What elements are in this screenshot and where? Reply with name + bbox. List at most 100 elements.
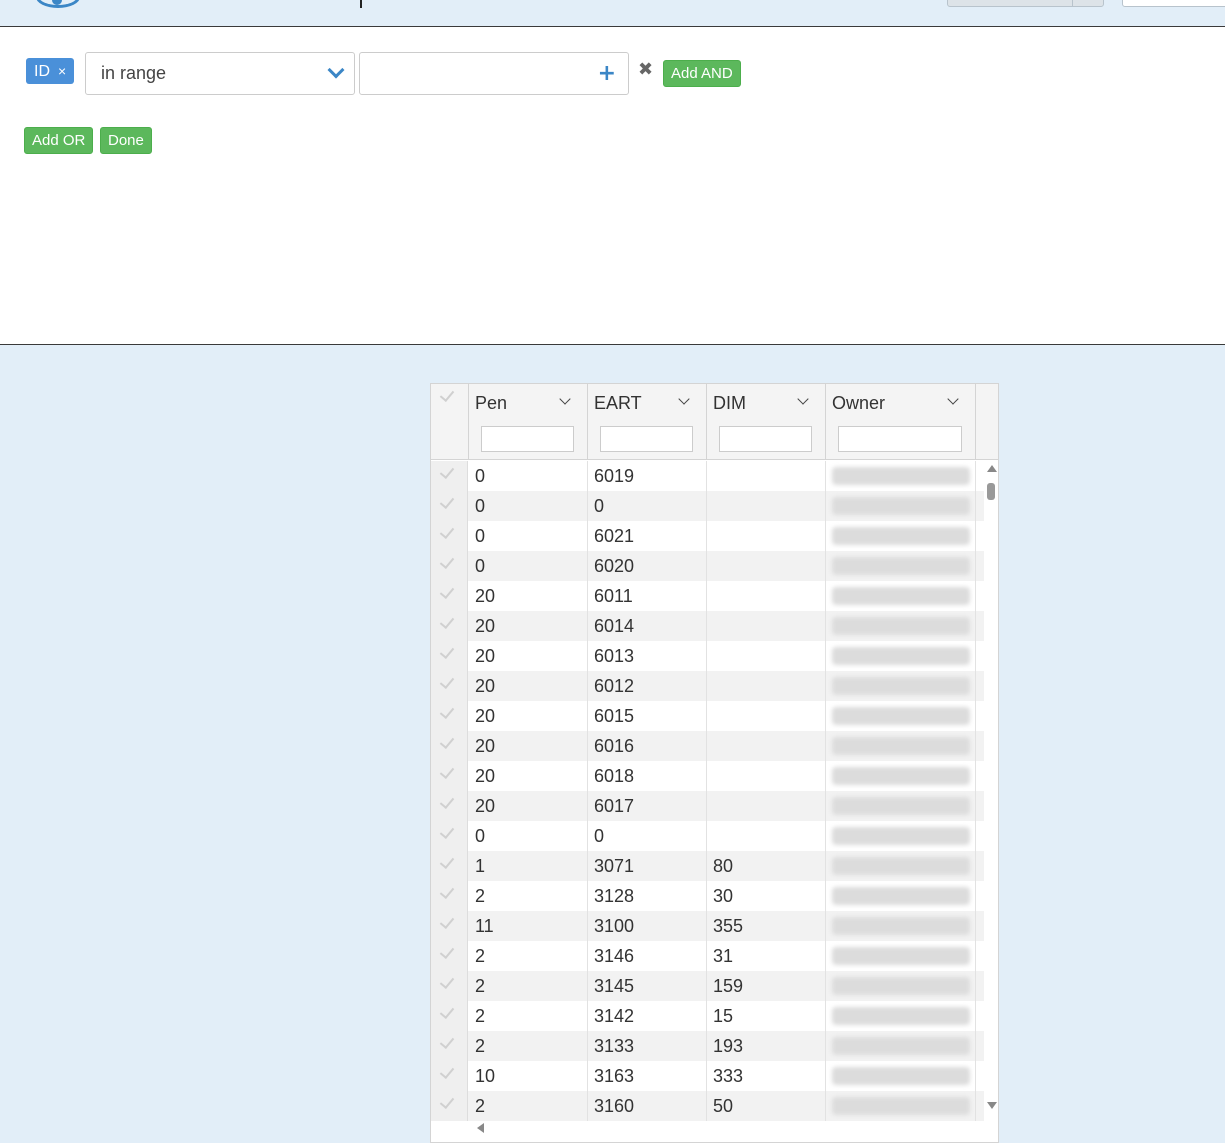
filter-value-input[interactable]: + xyxy=(359,52,629,95)
cell-dim[interactable] xyxy=(707,791,826,821)
column-menu-chevron-icon[interactable] xyxy=(678,393,690,405)
column-filter-input-owner[interactable] xyxy=(838,426,962,452)
column-header-eart[interactable]: EART xyxy=(588,384,707,460)
cell-dim[interactable]: 15 xyxy=(707,1001,826,1031)
row-select-cell[interactable] xyxy=(431,971,468,1001)
table-row[interactable]: 2 3142 15 xyxy=(431,1001,986,1031)
cell-eart[interactable]: 6018 xyxy=(588,761,707,791)
cell-pen[interactable]: 2 xyxy=(469,1031,588,1061)
row-select-cell[interactable] xyxy=(431,581,468,611)
cell-eart[interactable]: 6013 xyxy=(588,641,707,671)
cell-dim[interactable] xyxy=(707,671,826,701)
cell-dim[interactable]: 30 xyxy=(707,881,826,911)
filter-field-tag[interactable]: ID × xyxy=(26,58,75,84)
scroll-left-arrow-icon[interactable] xyxy=(477,1123,484,1133)
horizontal-scrollbar[interactable] xyxy=(469,1121,984,1135)
remove-condition-icon[interactable]: ✖ xyxy=(638,60,653,80)
cell-eart[interactable]: 6016 xyxy=(588,731,707,761)
cell-dim[interactable] xyxy=(707,731,826,761)
cell-pen[interactable]: 20 xyxy=(469,791,588,821)
cell-pen[interactable]: 20 xyxy=(469,701,588,731)
cell-pen[interactable]: 20 xyxy=(469,671,588,701)
column-menu-chevron-icon[interactable] xyxy=(559,393,571,405)
cell-dim[interactable]: 355 xyxy=(707,911,826,941)
table-row[interactable]: 2 3160 50 xyxy=(431,1091,986,1121)
cell-dim[interactable] xyxy=(707,551,826,581)
cell-owner-redacted[interactable] xyxy=(826,881,976,911)
column-header-dim[interactable]: DIM xyxy=(707,384,826,460)
cell-owner-redacted[interactable] xyxy=(826,1001,976,1031)
cell-pen[interactable]: 0 xyxy=(469,551,588,581)
done-button[interactable]: Done xyxy=(100,127,152,154)
cell-eart[interactable]: 6012 xyxy=(588,671,707,701)
table-row[interactable]: 20 6013 xyxy=(431,641,986,671)
table-row[interactable]: 2 3128 30 xyxy=(431,881,986,911)
cell-dim[interactable] xyxy=(707,491,826,521)
table-row[interactable]: 1 3071 80 xyxy=(431,851,986,881)
row-select-cell[interactable] xyxy=(431,731,468,761)
table-row[interactable]: 00 xyxy=(431,491,986,521)
cell-owner-redacted[interactable] xyxy=(826,641,976,671)
cell-pen[interactable]: 20 xyxy=(469,761,588,791)
cell-owner-redacted[interactable] xyxy=(826,1031,976,1061)
column-filter-input-eart[interactable] xyxy=(600,426,693,452)
cell-owner-redacted[interactable] xyxy=(826,581,976,611)
cell-pen[interactable]: 20 xyxy=(469,611,588,641)
table-row[interactable]: 20 6016 xyxy=(431,731,986,761)
cell-pen[interactable]: 20 xyxy=(469,641,588,671)
row-select-cell[interactable] xyxy=(431,851,468,881)
cell-owner-redacted[interactable] xyxy=(826,491,976,521)
cell-dim[interactable] xyxy=(707,611,826,641)
cell-dim[interactable]: 333 xyxy=(707,1061,826,1091)
cell-dim[interactable]: 31 xyxy=(707,941,826,971)
cell-dim[interactable] xyxy=(707,701,826,731)
scroll-thumb[interactable] xyxy=(987,483,995,500)
cell-dim[interactable] xyxy=(707,581,826,611)
table-row[interactable]: 0 6019 xyxy=(431,461,986,491)
cell-eart[interactable]: 6020 xyxy=(588,551,707,581)
cell-owner-redacted[interactable] xyxy=(826,611,976,641)
cell-eart[interactable]: 0 xyxy=(588,821,707,851)
table-row[interactable]: 0 6020 xyxy=(431,551,986,581)
table-row[interactable]: 0 6021 xyxy=(431,521,986,551)
row-select-cell[interactable] xyxy=(431,641,468,671)
table-row[interactable]: 20 6014 xyxy=(431,611,986,641)
column-header-pen[interactable]: Pen xyxy=(469,384,588,460)
header-button-group[interactable] xyxy=(947,0,1104,7)
cell-pen[interactable]: 20 xyxy=(469,731,588,761)
row-select-cell[interactable] xyxy=(431,671,468,701)
cell-pen[interactable]: 1 xyxy=(469,851,588,881)
row-select-cell[interactable] xyxy=(431,611,468,641)
cell-owner-redacted[interactable] xyxy=(826,731,976,761)
cell-owner-redacted[interactable] xyxy=(826,791,976,821)
table-row[interactable]: 2 3146 31 xyxy=(431,941,986,971)
cell-pen[interactable]: 2 xyxy=(469,971,588,1001)
table-row[interactable]: 20 6011 xyxy=(431,581,986,611)
vertical-scrollbar[interactable] xyxy=(984,461,998,1121)
select-all-cell[interactable] xyxy=(431,384,469,460)
cell-owner-redacted[interactable] xyxy=(826,1061,976,1091)
header-search-input[interactable] xyxy=(1122,0,1225,7)
cell-pen[interactable]: 10 xyxy=(469,1061,588,1091)
table-row[interactable]: 20 6015 xyxy=(431,701,986,731)
cell-dim[interactable]: 50 xyxy=(707,1091,826,1121)
cell-dim[interactable] xyxy=(707,521,826,551)
cell-owner-redacted[interactable] xyxy=(826,761,976,791)
operator-select[interactable]: in range xyxy=(85,52,355,95)
cell-eart[interactable]: 6017 xyxy=(588,791,707,821)
table-row[interactable]: 20 6012 xyxy=(431,671,986,701)
row-select-cell[interactable] xyxy=(431,941,468,971)
cell-owner-redacted[interactable] xyxy=(826,671,976,701)
cell-dim[interactable] xyxy=(707,641,826,671)
scroll-down-arrow-icon[interactable] xyxy=(987,1102,997,1109)
row-select-cell[interactable] xyxy=(431,491,468,521)
cell-dim[interactable] xyxy=(707,821,826,851)
cell-owner-redacted[interactable] xyxy=(826,851,976,881)
row-select-cell[interactable] xyxy=(431,521,468,551)
scroll-up-arrow-icon[interactable] xyxy=(987,465,997,472)
row-select-cell[interactable] xyxy=(431,1061,468,1091)
cell-eart[interactable]: 6015 xyxy=(588,701,707,731)
row-select-cell[interactable] xyxy=(431,911,468,941)
cell-eart[interactable]: 0 xyxy=(588,491,707,521)
table-row[interactable]: 10 3163 333 xyxy=(431,1061,986,1091)
